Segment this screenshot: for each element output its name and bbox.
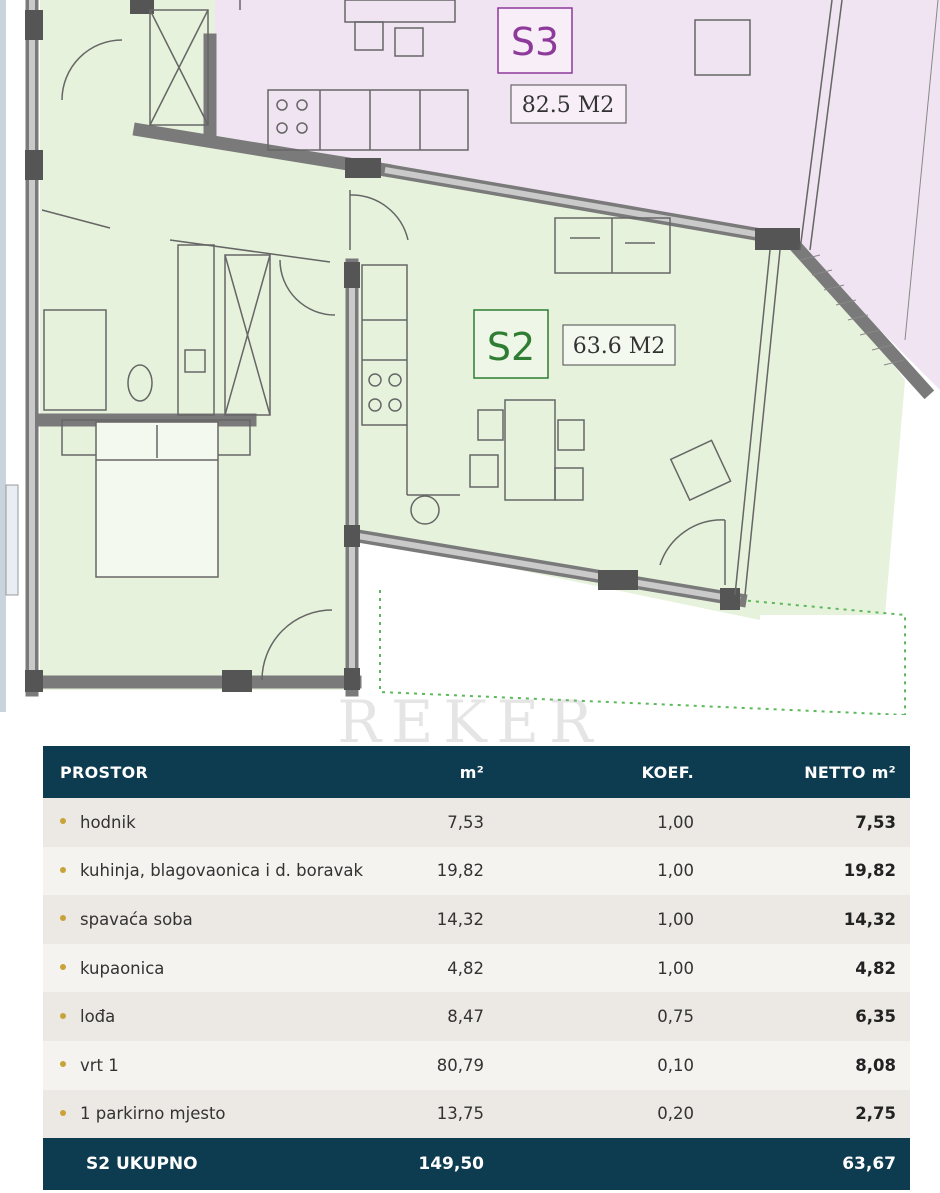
left-edge-strip bbox=[0, 0, 6, 712]
floor-plan: S3 82.5 M2 S2 63.6 M2 bbox=[0, 0, 940, 715]
unit-s3-area-label: 82.5 M2 bbox=[522, 93, 615, 118]
table-row: 1 parkirno mjesto 13,75 0,20 2,75 bbox=[43, 1089, 910, 1139]
bullet-icon bbox=[60, 1012, 66, 1019]
row-coef: 1,00 bbox=[657, 812, 694, 832]
table-total-row: S2 UKUPNO 149,50 63,67 bbox=[43, 1138, 910, 1191]
table-row: vrt 1 80,79 0,10 8,08 bbox=[43, 1040, 910, 1090]
row-coef: 1,00 bbox=[657, 861, 694, 881]
row-coef: 0,10 bbox=[657, 1055, 694, 1075]
row-net: 4,82 bbox=[855, 958, 896, 978]
row-room: hodnik bbox=[43, 798, 378, 847]
row-area: 4,82 bbox=[447, 958, 484, 978]
row-net: 6,35 bbox=[855, 1007, 896, 1027]
row-room: spavaća soba bbox=[43, 895, 378, 944]
bullet-icon bbox=[60, 866, 66, 873]
row-net: 2,75 bbox=[855, 1104, 896, 1124]
row-coef: 1,00 bbox=[657, 909, 694, 929]
total-coef bbox=[498, 1138, 708, 1190]
floor-plan-drawing: S3 82.5 M2 S2 63.6 M2 bbox=[0, 0, 940, 715]
table-row: spavaća soba 14,32 1,00 14,32 bbox=[43, 895, 910, 944]
bullet-icon bbox=[60, 1109, 66, 1116]
row-coef: 0,20 bbox=[657, 1104, 694, 1124]
table-row: lođa 8,47 0,75 6,35 bbox=[43, 992, 910, 1041]
row-room-label: kuhinja, blagovaonica i d. boravak bbox=[80, 861, 364, 881]
area-table-grid: PROSTOR m² KOEF. NETTO m² hodnik 7,53 1,00… bbox=[43, 746, 910, 1191]
row-coef: 1,00 bbox=[657, 958, 694, 978]
row-net: 14,32 bbox=[843, 909, 896, 929]
unit-s2-label: S2 bbox=[487, 325, 535, 369]
row-room-label: vrt 1 bbox=[80, 1055, 119, 1075]
row-area: 13,75 bbox=[436, 1104, 484, 1124]
row-room: kupaonica bbox=[43, 944, 378, 993]
header-area: m² bbox=[459, 762, 484, 782]
row-room: lođa bbox=[43, 992, 378, 1041]
header-coef: KOEF. bbox=[641, 762, 694, 782]
row-room: kuhinja, blagovaonica i d. boravak bbox=[43, 847, 378, 896]
table-row: kuhinja, blagovaonica i d. boravak 19,82 1… bbox=[43, 846, 910, 896]
row-room-label: lođa bbox=[80, 1007, 116, 1027]
total-label: S2 UKUPNO bbox=[86, 1154, 198, 1175]
row-area: 80,79 bbox=[436, 1055, 484, 1075]
row-room-label: 1 parkirno mjesto bbox=[80, 1104, 226, 1124]
row-room: 1 parkirno mjesto bbox=[43, 1090, 378, 1139]
table-header-row: PROSTOR m² KOEF. NETTO m² bbox=[43, 746, 910, 798]
row-net: 19,82 bbox=[843, 861, 896, 881]
row-net: 8,08 bbox=[855, 1055, 896, 1075]
bullet-icon bbox=[60, 915, 66, 922]
row-room-label: spavaća soba bbox=[80, 909, 193, 929]
area-table: PROSTOR m² KOEF. NETTO m² hodnik 7,53 1,00… bbox=[43, 746, 910, 1191]
total-area: 149,50 bbox=[418, 1154, 484, 1175]
header-room: PROSTOR bbox=[60, 762, 149, 782]
row-coef: 0,75 bbox=[657, 1007, 694, 1027]
table-row: kupaonica 4,82 1,00 4,82 bbox=[43, 943, 910, 993]
row-area: 19,82 bbox=[436, 861, 484, 881]
row-area: 8,47 bbox=[447, 1007, 484, 1027]
bullet-icon bbox=[60, 1061, 66, 1068]
bullet-icon bbox=[60, 964, 66, 971]
total-net: 63,67 bbox=[842, 1154, 896, 1175]
row-room-label: kupaonica bbox=[80, 958, 165, 978]
header-net: NETTO m² bbox=[804, 762, 896, 782]
row-area: 7,53 bbox=[447, 812, 484, 832]
unit-s3-label: S3 bbox=[511, 20, 559, 64]
bullet-icon bbox=[60, 818, 66, 825]
row-room: vrt 1 bbox=[43, 1041, 378, 1090]
unit-s2-area-label: 63.6 M2 bbox=[573, 334, 666, 359]
row-net: 7,53 bbox=[855, 812, 896, 832]
row-room-label: hodnik bbox=[80, 812, 136, 832]
table-row: hodnik 7,53 1,00 7,53 bbox=[43, 798, 910, 847]
row-area: 14,32 bbox=[436, 909, 484, 929]
